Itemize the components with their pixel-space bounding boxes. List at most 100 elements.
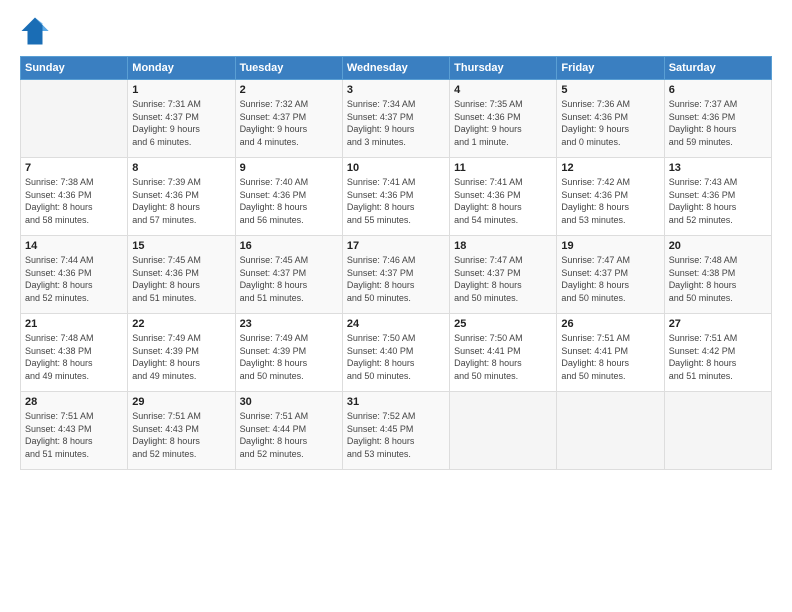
calendar-cell: 15 Sunrise: 7:45 AM Sunset: 4:36 PM Dayli… (128, 236, 235, 314)
day-number: 15 (132, 240, 230, 252)
calendar-cell: 18 Sunrise: 7:47 AM Sunset: 4:37 PM Dayli… (450, 236, 557, 314)
column-header-monday: Monday (128, 57, 235, 80)
calendar-cell: 28 Sunrise: 7:51 AM Sunset: 4:43 PM Dayli… (21, 392, 128, 470)
day-number: 17 (347, 240, 445, 252)
cell-content: Sunrise: 7:34 AM Sunset: 4:37 PM Dayligh… (347, 98, 445, 148)
page-container: SundayMondayTuesdayWednesdayThursdayFrid… (0, 0, 792, 612)
cell-content: Sunrise: 7:48 AM Sunset: 4:38 PM Dayligh… (669, 254, 767, 304)
calendar-cell: 14 Sunrise: 7:44 AM Sunset: 4:36 PM Dayli… (21, 236, 128, 314)
day-number: 4 (454, 84, 552, 96)
calendar-cell: 19 Sunrise: 7:47 AM Sunset: 4:37 PM Dayli… (557, 236, 664, 314)
day-number: 1 (132, 84, 230, 96)
calendar-cell: 6 Sunrise: 7:37 AM Sunset: 4:36 PM Daylig… (664, 80, 771, 158)
cell-content: Sunrise: 7:51 AM Sunset: 4:42 PM Dayligh… (669, 332, 767, 382)
calendar-cell: 11 Sunrise: 7:41 AM Sunset: 4:36 PM Dayli… (450, 158, 557, 236)
calendar-cell: 2Sunrise: 7:32 AM Sunset: 4:37 PM Daylig… (235, 80, 342, 158)
cell-content: Sunrise: 7:37 AM Sunset: 4:36 PM Dayligh… (669, 98, 767, 148)
calendar-cell: 23 Sunrise: 7:49 AM Sunset: 4:39 PM Dayli… (235, 314, 342, 392)
calendar-cell (557, 392, 664, 470)
day-number: 26 (561, 318, 659, 330)
column-header-saturday: Saturday (664, 57, 771, 80)
cell-content: Sunrise: 7:41 AM Sunset: 4:36 PM Dayligh… (454, 176, 552, 226)
cell-content: Sunrise: 7:40 AM Sunset: 4:36 PM Dayligh… (240, 176, 338, 226)
calendar-cell (664, 392, 771, 470)
calendar-cell: 26 Sunrise: 7:51 AM Sunset: 4:41 PM Dayli… (557, 314, 664, 392)
calendar-cell: 20 Sunrise: 7:48 AM Sunset: 4:38 PM Dayli… (664, 236, 771, 314)
day-number: 18 (454, 240, 552, 252)
cell-content: Sunrise: 7:47 AM Sunset: 4:37 PM Dayligh… (454, 254, 552, 304)
day-number: 12 (561, 162, 659, 174)
calendar-cell: 10 Sunrise: 7:41 AM Sunset: 4:36 PM Dayli… (342, 158, 449, 236)
day-number: 23 (240, 318, 338, 330)
day-number: 21 (25, 318, 123, 330)
cell-content: Sunrise: 7:38 AM Sunset: 4:36 PM Dayligh… (25, 176, 123, 226)
calendar-week-row: 28 Sunrise: 7:51 AM Sunset: 4:43 PM Dayli… (21, 392, 772, 470)
calendar-week-row: 7 Sunrise: 7:38 AM Sunset: 4:36 PM Daylig… (21, 158, 772, 236)
calendar-cell: 27 Sunrise: 7:51 AM Sunset: 4:42 PM Dayli… (664, 314, 771, 392)
column-header-sunday: Sunday (21, 57, 128, 80)
day-number: 10 (347, 162, 445, 174)
cell-content: Sunrise: 7:41 AM Sunset: 4:36 PM Dayligh… (347, 176, 445, 226)
calendar-cell: 29 Sunrise: 7:51 AM Sunset: 4:43 PM Dayli… (128, 392, 235, 470)
day-number: 6 (669, 84, 767, 96)
day-number: 9 (240, 162, 338, 174)
calendar-cell (450, 392, 557, 470)
day-number: 28 (25, 396, 123, 408)
logo (20, 16, 54, 46)
day-number: 25 (454, 318, 552, 330)
day-number: 19 (561, 240, 659, 252)
calendar-cell: 13Sunrise: 7:43 AM Sunset: 4:36 PM Dayli… (664, 158, 771, 236)
cell-content: Sunrise: 7:51 AM Sunset: 4:44 PM Dayligh… (240, 410, 338, 460)
cell-content: Sunrise: 7:49 AM Sunset: 4:39 PM Dayligh… (132, 332, 230, 382)
column-header-friday: Friday (557, 57, 664, 80)
calendar-cell (21, 80, 128, 158)
cell-content: Sunrise: 7:51 AM Sunset: 4:41 PM Dayligh… (561, 332, 659, 382)
cell-content: Sunrise: 7:42 AM Sunset: 4:36 PM Dayligh… (561, 176, 659, 226)
cell-content: Sunrise: 7:50 AM Sunset: 4:40 PM Dayligh… (347, 332, 445, 382)
day-number: 22 (132, 318, 230, 330)
day-number: 5 (561, 84, 659, 96)
cell-content: Sunrise: 7:47 AM Sunset: 4:37 PM Dayligh… (561, 254, 659, 304)
column-header-thursday: Thursday (450, 57, 557, 80)
calendar-cell: 25Sunrise: 7:50 AM Sunset: 4:41 PM Dayli… (450, 314, 557, 392)
column-header-wednesday: Wednesday (342, 57, 449, 80)
day-number: 27 (669, 318, 767, 330)
calendar-cell: 17Sunrise: 7:46 AM Sunset: 4:37 PM Dayli… (342, 236, 449, 314)
calendar-cell: 12 Sunrise: 7:42 AM Sunset: 4:36 PM Dayli… (557, 158, 664, 236)
day-number: 8 (132, 162, 230, 174)
cell-content: Sunrise: 7:32 AM Sunset: 4:37 PM Dayligh… (240, 98, 338, 148)
calendar-week-row: 1Sunrise: 7:31 AM Sunset: 4:37 PM Daylig… (21, 80, 772, 158)
cell-content: Sunrise: 7:51 AM Sunset: 4:43 PM Dayligh… (25, 410, 123, 460)
calendar-cell: 8Sunrise: 7:39 AM Sunset: 4:36 PM Daylig… (128, 158, 235, 236)
cell-content: Sunrise: 7:36 AM Sunset: 4:36 PM Dayligh… (561, 98, 659, 148)
calendar-cell: 7 Sunrise: 7:38 AM Sunset: 4:36 PM Daylig… (21, 158, 128, 236)
day-number: 3 (347, 84, 445, 96)
day-number: 30 (240, 396, 338, 408)
cell-content: Sunrise: 7:48 AM Sunset: 4:38 PM Dayligh… (25, 332, 123, 382)
calendar-cell: 1Sunrise: 7:31 AM Sunset: 4:37 PM Daylig… (128, 80, 235, 158)
cell-content: Sunrise: 7:35 AM Sunset: 4:36 PM Dayligh… (454, 98, 552, 148)
calendar-cell: 9 Sunrise: 7:40 AM Sunset: 4:36 PM Daylig… (235, 158, 342, 236)
calendar-cell: 4 Sunrise: 7:35 AM Sunset: 4:36 PM Daylig… (450, 80, 557, 158)
day-number: 7 (25, 162, 123, 174)
day-number: 29 (132, 396, 230, 408)
calendar-header-row: SundayMondayTuesdayWednesdayThursdayFrid… (21, 57, 772, 80)
calendar-cell: 16 Sunrise: 7:45 AM Sunset: 4:37 PM Dayli… (235, 236, 342, 314)
cell-content: Sunrise: 7:44 AM Sunset: 4:36 PM Dayligh… (25, 254, 123, 304)
calendar-cell: 21 Sunrise: 7:48 AM Sunset: 4:38 PM Dayli… (21, 314, 128, 392)
day-number: 11 (454, 162, 552, 174)
cell-content: Sunrise: 7:51 AM Sunset: 4:43 PM Dayligh… (132, 410, 230, 460)
day-number: 14 (25, 240, 123, 252)
cell-content: Sunrise: 7:45 AM Sunset: 4:37 PM Dayligh… (240, 254, 338, 304)
header (20, 16, 772, 46)
cell-content: Sunrise: 7:49 AM Sunset: 4:39 PM Dayligh… (240, 332, 338, 382)
day-number: 13 (669, 162, 767, 174)
day-number: 20 (669, 240, 767, 252)
calendar-week-row: 14 Sunrise: 7:44 AM Sunset: 4:36 PM Dayli… (21, 236, 772, 314)
calendar-cell: 3 Sunrise: 7:34 AM Sunset: 4:37 PM Daylig… (342, 80, 449, 158)
day-number: 16 (240, 240, 338, 252)
column-header-tuesday: Tuesday (235, 57, 342, 80)
calendar-cell: 24Sunrise: 7:50 AM Sunset: 4:40 PM Dayli… (342, 314, 449, 392)
cell-content: Sunrise: 7:45 AM Sunset: 4:36 PM Dayligh… (132, 254, 230, 304)
calendar-week-row: 21 Sunrise: 7:48 AM Sunset: 4:38 PM Dayli… (21, 314, 772, 392)
